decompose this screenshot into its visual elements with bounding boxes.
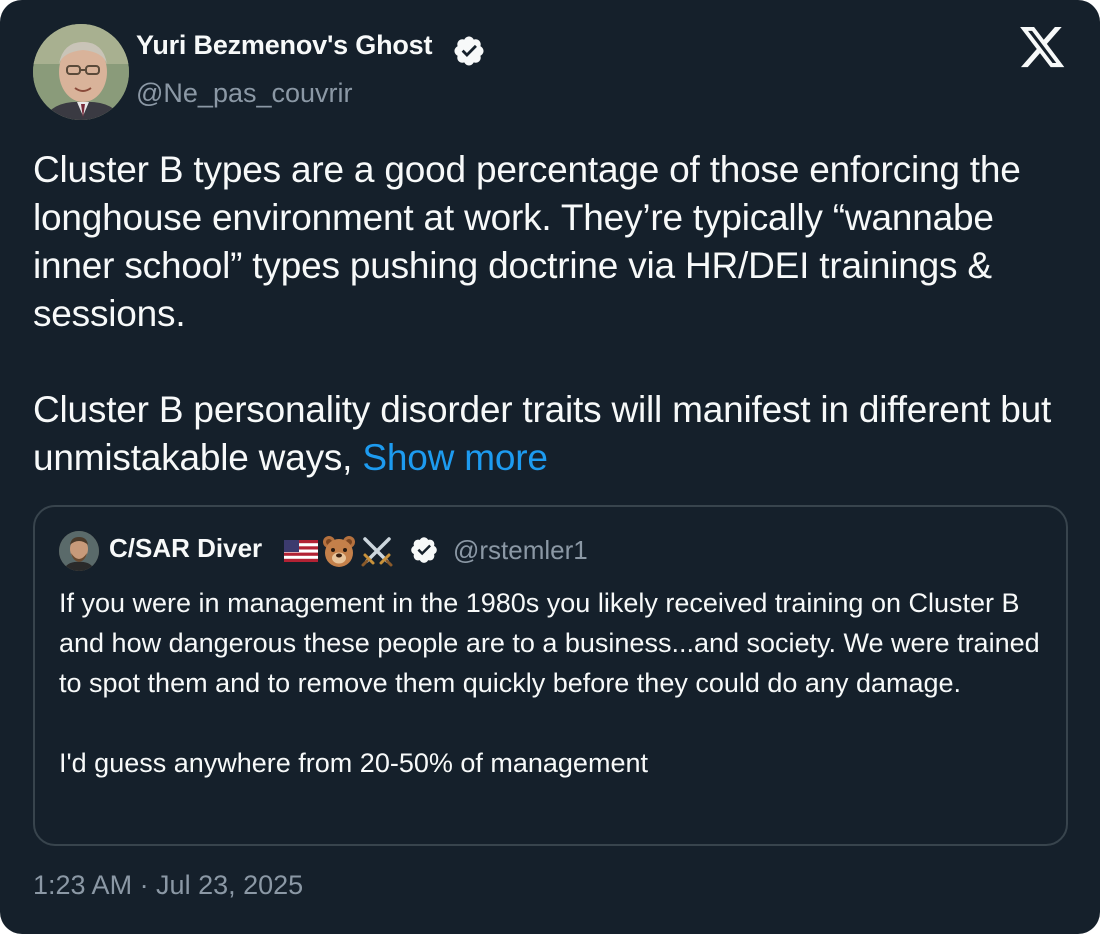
author-name[interactable]: Yuri Bezmenov's Ghost	[136, 30, 432, 61]
quoted-tweet-paragraph: I'd guess anywhere from 20-50% of manage…	[59, 748, 648, 778]
quoted-tweet-text: If you were in management in the 1980s y…	[59, 583, 1049, 783]
quoted-author-name[interactable]: C/SAR Diver	[109, 533, 262, 564]
verified-badge-icon	[411, 537, 437, 563]
tweet-text: Cluster B types are a good percentage of…	[33, 146, 1073, 482]
verified-badge-icon	[454, 36, 484, 66]
tweet-timestamp[interactable]: 1:23 AM · Jul 23, 2025	[33, 870, 303, 901]
show-more-link[interactable]: Show more	[362, 437, 548, 478]
quoted-tweet[interactable]: C/SAR Diver @rstemler1 If you were in ma…	[33, 505, 1068, 846]
crossed-swords-icon	[361, 537, 393, 567]
bear-face-icon	[323, 536, 355, 567]
tweet-paragraph: Cluster B personality disorder traits wi…	[33, 386, 1073, 482]
x-logo-icon[interactable]	[1020, 27, 1066, 69]
quoted-tweet-paragraph: If you were in management in the 1980s y…	[59, 588, 1040, 698]
tweet-paragraph: Cluster B types are a good percentage of…	[33, 149, 1021, 334]
quoted-author-avatar[interactable]	[59, 531, 99, 571]
author-handle[interactable]: @Ne_pas_couvrir	[136, 78, 353, 109]
author-avatar[interactable]	[33, 24, 129, 120]
us-flag-icon	[284, 540, 318, 562]
quoted-author-handle[interactable]: @rstemler1	[453, 535, 588, 566]
tweet-card: Yuri Bezmenov's Ghost @Ne_pas_couvrir Cl…	[0, 0, 1100, 934]
